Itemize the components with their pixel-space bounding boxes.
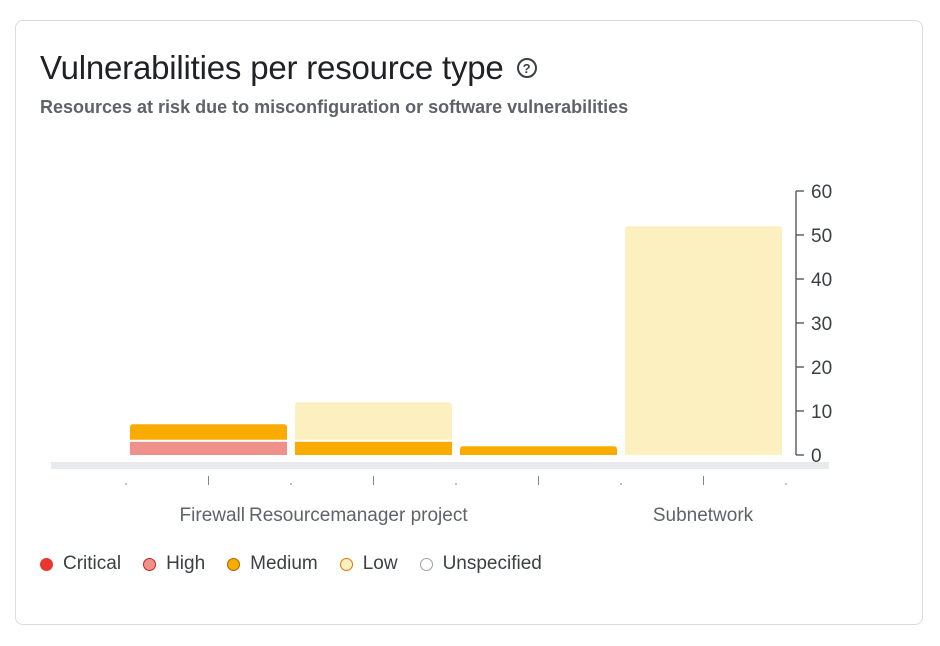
- bar-high-0: [130, 441, 287, 455]
- legend-label: Unspecified: [442, 553, 542, 574]
- y-tick-label: 10: [811, 402, 832, 423]
- x-axis-baseline: [51, 462, 829, 469]
- legend-label: Medium: [250, 553, 318, 574]
- bar-medium-0: [130, 424, 287, 440]
- vulnerability-bar-chart: Firewall Resourcemanager project Subnetwor…: [51, 182, 832, 526]
- bar-medium-2: [460, 446, 617, 455]
- y-tick-label: 40: [811, 270, 832, 291]
- legend-item-low[interactable]: Low: [339, 553, 398, 575]
- x-tick-label: Subnetwork: [653, 505, 754, 526]
- y-tick-label: 20: [811, 358, 832, 379]
- legend-label: High: [166, 553, 206, 574]
- bar-medium-1: [295, 441, 452, 455]
- legend-item-medium[interactable]: Medium: [227, 553, 318, 575]
- legend-swatch-medium: [227, 557, 241, 571]
- y-tick-label: 0: [811, 446, 822, 467]
- y-tick-label: 60: [811, 182, 832, 203]
- y-tick-label: 30: [811, 314, 832, 335]
- bar-low-3: [625, 226, 782, 455]
- legend-item-unspecified[interactable]: Unspecified: [419, 553, 542, 575]
- legend-swatch-unspecified: [419, 557, 433, 571]
- legend-swatch-high: [143, 557, 157, 571]
- legend-label: Low: [362, 553, 398, 574]
- legend-item-critical[interactable]: Critical: [40, 553, 121, 575]
- legend-item-high[interactable]: High: [143, 553, 205, 575]
- x-tick-label: Resourcemanager project: [249, 505, 468, 526]
- x-tick-label: Firewall: [180, 505, 245, 526]
- y-tick-label: 50: [811, 226, 832, 247]
- bar-low-1: [295, 402, 452, 440]
- chart-legend: Critical High Medium Low Unspecified: [40, 553, 564, 575]
- legend-swatch-critical: [40, 557, 53, 571]
- legend-label: Critical: [63, 553, 122, 574]
- legend-swatch-low: [339, 557, 353, 571]
